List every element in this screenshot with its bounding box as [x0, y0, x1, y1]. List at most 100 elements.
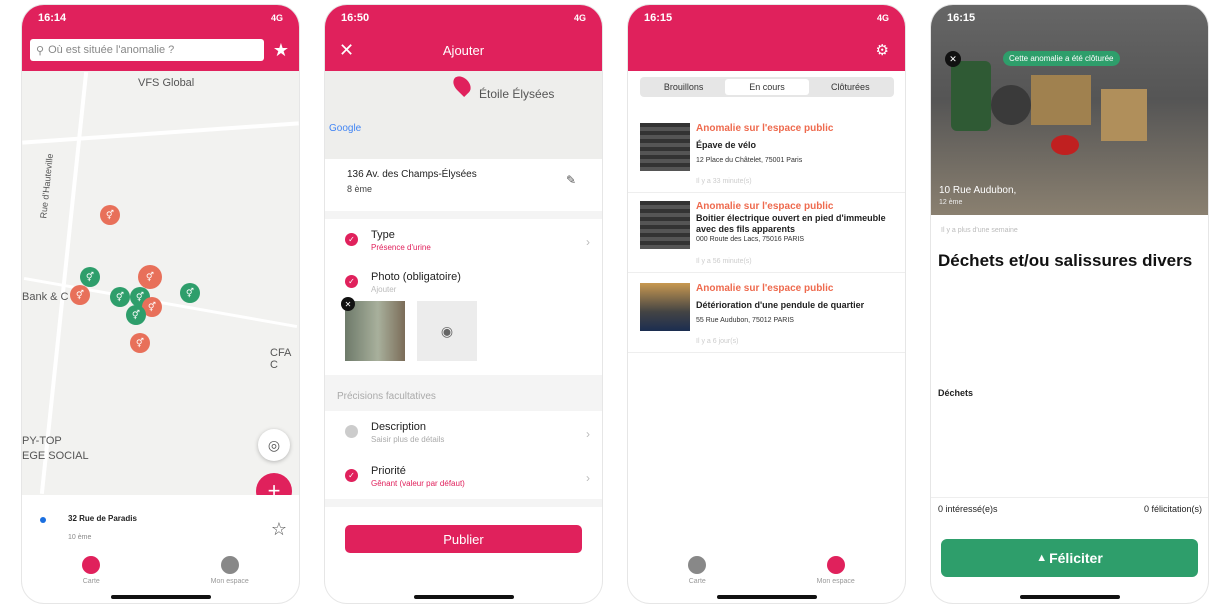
section-optional: Précisions facultatives — [337, 391, 436, 402]
tab-map[interactable]: Carte — [22, 549, 161, 591]
status-time: 16:14 — [38, 12, 67, 24]
status-network: 4G — [270, 13, 283, 23]
report-time: Il y a 56 minute(s) — [696, 258, 752, 265]
photo-thumbnail[interactable] — [345, 301, 405, 361]
segment-in-progress[interactable]: En cours — [725, 79, 809, 95]
search-placeholder: Où est située l'anomalie ? — [48, 44, 175, 56]
search-icon: ⚲ — [36, 44, 45, 57]
congratulate-label: Féliciter — [1049, 550, 1103, 566]
photo-district: 12 ème — [939, 199, 963, 206]
screen-map: 16:14 4G ⚲ Où est située l'anomalie ? ★ … — [22, 5, 299, 603]
type-label: Type — [371, 229, 395, 241]
anomaly-pin[interactable]: ⚥ — [100, 205, 120, 225]
settings-gear-icon[interactable]: ⚙ — [876, 41, 889, 59]
page-title: Ajouter — [442, 43, 485, 58]
report-photo — [931, 5, 1208, 215]
anomaly-pin[interactable]: ⚥ — [70, 285, 90, 305]
photo-label: Photo (obligatoire) — [371, 271, 461, 283]
home-indicator — [110, 595, 211, 599]
report-category: Déchets — [938, 388, 974, 398]
tab-label: Mon espace — [210, 577, 249, 585]
mini-map[interactable]: Étoile Élysées Google — [325, 71, 602, 159]
tab-label: Carte — [688, 577, 706, 585]
edit-icon[interactable]: ✎ — [566, 173, 576, 187]
map-label-5: PY-TOP — [22, 435, 62, 447]
segmented-control: Brouillons En cours Clôturées — [640, 77, 894, 97]
chevron-right-icon: › — [586, 235, 590, 249]
anomaly-pin[interactable]: ⚥ — [180, 283, 200, 303]
list-item[interactable]: Anomalie sur l'espace public Épave de vé… — [628, 113, 905, 193]
report-category: Anomalie sur l'espace public — [696, 201, 834, 212]
report-thumbnail — [640, 123, 690, 171]
remove-photo-icon[interactable]: ✕ — [341, 297, 355, 311]
status-bar: 16:50 4G — [325, 5, 602, 31]
description-row[interactable]: Description Saisir plus de détails › — [325, 411, 602, 455]
priority-label: Priorité — [371, 465, 406, 477]
favorite-star-icon[interactable]: ★ — [273, 40, 289, 61]
status-bar: 16:14 4G — [22, 5, 299, 31]
tab-my-space[interactable]: Mon espace — [161, 549, 300, 591]
report-thumbnail — [640, 283, 690, 331]
report-category: Anomalie sur l'espace public — [696, 123, 834, 134]
chevron-right-icon: › — [586, 471, 590, 485]
report-time: Il y a plus d'une semaine — [941, 227, 1018, 234]
segment-drafts[interactable]: Brouillons — [642, 79, 725, 95]
anomaly-pin[interactable]: ⚥ — [110, 287, 130, 307]
map-label-1: VFS Global — [138, 77, 195, 89]
report-time: Il y a 33 minute(s) — [696, 178, 752, 185]
segment-closed[interactable]: Clôturées — [809, 79, 892, 95]
tab-bar: Carte Mon espace — [22, 549, 299, 591]
report-title: Détérioration d'une pendule de quartier — [696, 300, 865, 310]
close-icon[interactable]: ✕ — [945, 51, 961, 67]
add-photo-button[interactable]: ◉ — [417, 301, 477, 361]
home-indicator — [413, 595, 514, 599]
report-category: Anomalie sur l'espace public — [696, 283, 834, 294]
status-bar: 16:15 4G — [628, 5, 905, 31]
report-title: Déchets et/ou salissures divers — [938, 251, 1193, 270]
congratulate-button[interactable]: ▲ Féliciter — [941, 539, 1198, 577]
anomaly-pin[interactable]: ⚥ — [138, 265, 162, 289]
add-favorite-icon[interactable]: ☆ — [271, 519, 287, 540]
photo-address: 10 Rue Audubon, — [939, 185, 1017, 196]
tab-my-space[interactable]: Mon espace — [767, 549, 906, 591]
compass-icon — [688, 555, 707, 574]
report-title: Épave de vélo — [696, 140, 757, 150]
list-item[interactable]: Anomalie sur l'espace public Détériorati… — [628, 273, 905, 353]
address-line2: 8 ème — [347, 184, 373, 194]
type-row[interactable]: ✓ Type Présence d'urine › — [325, 219, 602, 263]
report-address: 55 Rue Audubon, 75012 PARIS — [696, 317, 794, 324]
home-indicator — [716, 595, 817, 599]
anomaly-pin[interactable]: ⚥ — [126, 305, 146, 325]
search-input[interactable]: ⚲ Où est située l'anomalie ? — [30, 39, 264, 61]
unchecked-icon — [345, 425, 358, 438]
locate-me-button[interactable]: ◎ — [258, 429, 290, 461]
description-label: Description — [371, 421, 427, 433]
tab-map[interactable]: Carte — [628, 549, 767, 591]
report-time: Il y a 6 jour(s) — [696, 338, 739, 345]
publish-button[interactable]: Publier — [345, 525, 582, 553]
map-brand: Google — [329, 123, 362, 134]
map-label-3: Bank & C — [22, 291, 69, 303]
check-icon: ✓ — [345, 469, 358, 482]
check-icon: ✓ — [345, 275, 358, 288]
status-time: 16:50 — [341, 12, 370, 24]
anomaly-pin[interactable]: ⚥ — [80, 267, 100, 287]
map-place: Étoile Élysées — [479, 87, 555, 101]
divider — [931, 497, 1208, 498]
status-bar: 16:15 — [931, 5, 1208, 31]
priority-row[interactable]: ✓ Priorité Gênant (valeur par défaut) › — [325, 455, 602, 499]
profile-icon — [826, 555, 845, 574]
map-view[interactable]: VFS Global Rue d'Hauteville Bank & C CFA… — [22, 71, 299, 495]
map-label-4: CFA C — [270, 347, 291, 371]
address-row[interactable]: 136 Av. des Champs-Élysées 8 ème ✎ — [325, 159, 602, 211]
status-network: 4G — [573, 13, 586, 23]
tab-label: Carte — [82, 577, 100, 585]
map-label-2: Rue d'Hauteville — [38, 153, 56, 219]
compass-icon — [82, 555, 101, 574]
anomaly-pin[interactable]: ⚥ — [130, 333, 150, 353]
report-address: 000 Route des Lacs, 75016 PARIS — [696, 236, 805, 243]
list-item[interactable]: Anomalie sur l'espace public Boitier éle… — [628, 193, 905, 273]
add-anomaly-button[interactable]: + — [256, 473, 292, 495]
screen-add: ✕ Ajouter 16:50 4G Étoile Élysées Google… — [325, 5, 602, 603]
address-panel: 32 Rue de Paradis 10 ème ☆ — [22, 507, 299, 551]
